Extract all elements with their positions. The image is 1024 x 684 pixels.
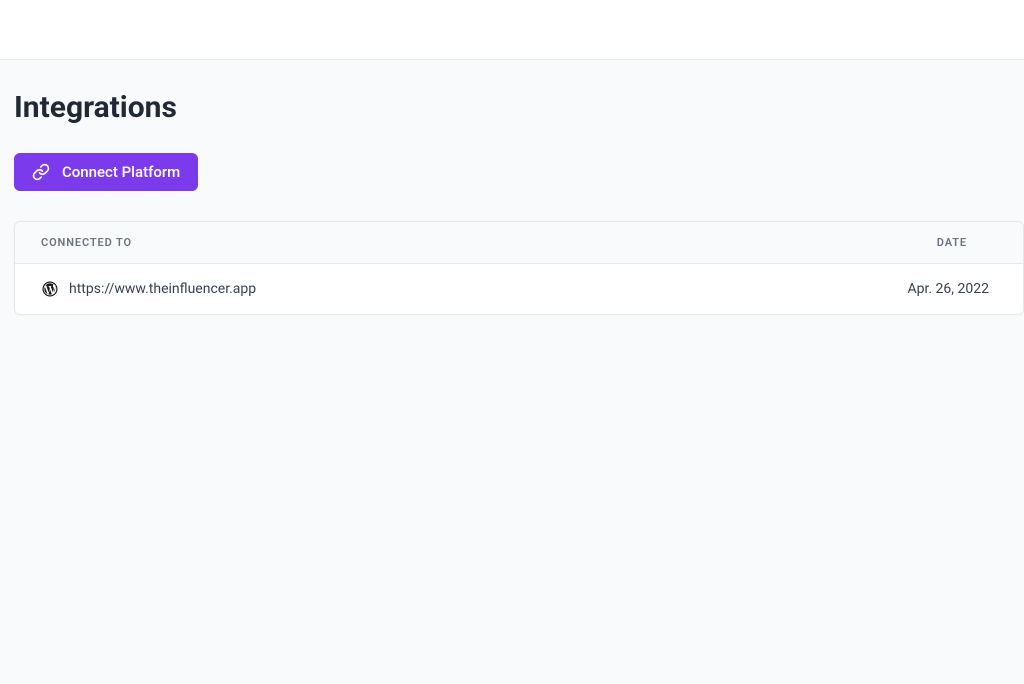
page-content: Integrations Connect Platform CONNECTED … <box>0 60 1024 315</box>
wordpress-icon <box>41 280 59 298</box>
integration-date: Apr. 26, 2022 <box>908 281 998 297</box>
column-header-date: DATE <box>937 236 997 249</box>
cell-connected-to: https://www.theinfluencer.app <box>41 280 908 298</box>
table-header: CONNECTED TO DATE <box>15 222 1023 264</box>
link-icon <box>32 163 50 181</box>
top-bar <box>0 0 1024 60</box>
page-title: Integrations <box>14 90 1024 125</box>
table-row[interactable]: https://www.theinfluencer.app Apr. 26, 2… <box>15 264 1023 314</box>
integration-url: https://www.theinfluencer.app <box>69 281 256 297</box>
connect-platform-label: Connect Platform <box>62 163 180 181</box>
column-header-connected-to: CONNECTED TO <box>41 236 937 249</box>
connect-platform-button[interactable]: Connect Platform <box>14 153 198 191</box>
integrations-table: CONNECTED TO DATE https://www.theinfluen… <box>14 221 1024 315</box>
